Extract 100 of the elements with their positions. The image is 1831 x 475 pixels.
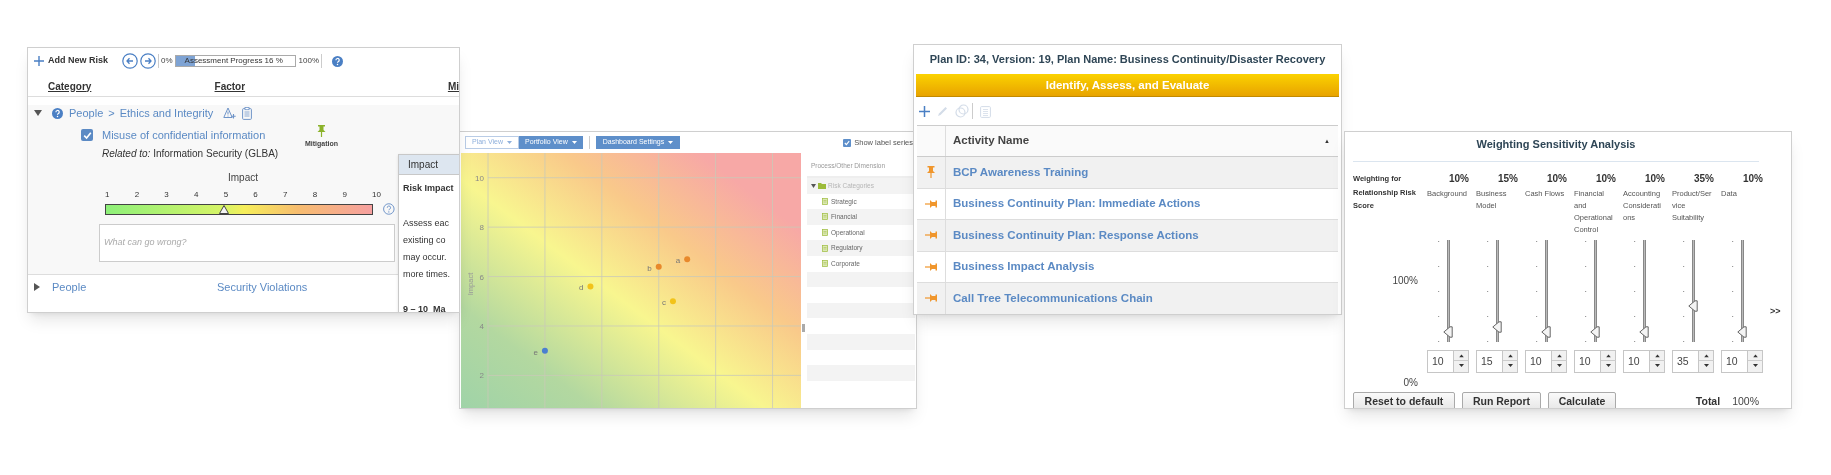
scale-number: 5 — [223, 189, 229, 201]
slider-thumb[interactable] — [1491, 320, 1502, 333]
warning-add-icon[interactable] — [223, 107, 237, 119]
number-spinner[interactable]: 10 — [1574, 350, 1616, 373]
point-label: e — [533, 347, 538, 357]
scale-number: 6 — [253, 189, 258, 201]
point-label: c — [661, 298, 666, 308]
category-link[interactable]: People — [52, 278, 217, 296]
total-value: 100% — [1732, 394, 1759, 408]
help-icon[interactable] — [383, 203, 395, 215]
progress-start-label: 0% — [161, 55, 173, 67]
axis-tick-label: 10 — [475, 173, 484, 183]
checkbox[interactable] — [843, 138, 852, 147]
slider-thumb[interactable] — [1442, 325, 1453, 338]
column-header[interactable]: Mi — [447, 80, 459, 92]
category-link[interactable]: People — [69, 104, 104, 122]
slider-track[interactable] — [1446, 240, 1450, 342]
progress-end-label: 100% — [298, 55, 320, 67]
axis-tick-label: 8 — [479, 223, 484, 233]
number-spinner[interactable]: 15 — [1476, 350, 1518, 373]
document-icon — [822, 229, 828, 237]
scale-number: 9 — [342, 189, 347, 201]
column-header[interactable]: Activity Name — [953, 132, 1030, 150]
collapse-caret-icon[interactable] — [811, 183, 816, 188]
slider-track[interactable] — [1740, 240, 1744, 342]
pin-icon[interactable] — [317, 125, 327, 137]
impact-marker[interactable] — [219, 204, 230, 214]
factor-link[interactable]: Security Violations — [217, 278, 308, 296]
dropdown-caret-icon — [668, 141, 674, 144]
popup-text: may occur. — [403, 251, 448, 264]
document-icon — [822, 213, 828, 221]
weight-percent: 10% — [1742, 172, 1763, 185]
document-icon — [822, 197, 828, 205]
weight-percent: 10% — [1644, 172, 1665, 185]
slider-track[interactable] — [1495, 240, 1499, 342]
slider-thumb[interactable] — [1589, 325, 1600, 338]
phase-bar: Identify, Assess, and Evaluate — [916, 74, 1339, 97]
pin-icon[interactable] — [925, 262, 937, 271]
slider-track[interactable] — [1544, 240, 1548, 342]
slider-thumb[interactable] — [1687, 300, 1698, 313]
number-spinner[interactable]: 10 — [1721, 350, 1763, 373]
column-header[interactable]: Factor — [214, 80, 246, 92]
weight-percent: 10% — [1546, 172, 1567, 185]
plus-icon — [34, 56, 44, 66]
folder-icon — [818, 182, 826, 190]
scale-number: 3 — [164, 189, 169, 201]
panel-title: Weighting Sensitivity Analysis — [1475, 137, 1637, 152]
slider-thumb[interactable] — [1736, 325, 1747, 338]
pin-icon[interactable] — [925, 199, 937, 208]
slider-track[interactable] — [1593, 240, 1597, 342]
scale-number: 2 — [134, 189, 140, 201]
number-spinner[interactable]: 10 — [1525, 350, 1567, 373]
scale-label: 100% — [1392, 273, 1418, 288]
slider-track[interactable] — [1642, 240, 1646, 342]
number-spinner[interactable]: 10 — [1623, 350, 1665, 373]
impact-scale-bar[interactable] — [105, 203, 374, 215]
plus-icon[interactable] — [919, 105, 930, 117]
slider-thumb[interactable] — [1540, 325, 1551, 338]
related-text: Related to: Information Security (GLBA) — [102, 147, 280, 161]
scale-number: 1 — [105, 189, 110, 201]
number-spinner[interactable]: 10 — [1427, 350, 1469, 373]
help-icon[interactable] — [332, 55, 344, 67]
add-risk-button[interactable]: Add New Risk — [34, 54, 108, 68]
checkbox[interactable] — [81, 129, 93, 141]
range-description: Ma — [433, 303, 446, 312]
point-label: d — [579, 283, 584, 293]
popup-text: existing co — [403, 234, 447, 247]
popup-text: more times. — [403, 268, 451, 281]
next-button[interactable]: >> — [1770, 305, 1781, 319]
weight-percent: 35% — [1693, 172, 1714, 185]
scale-number: 8 — [312, 189, 318, 201]
column-header[interactable]: Category — [48, 80, 92, 92]
dropdown-caret-icon — [571, 141, 577, 144]
dropdown-caret-icon — [507, 141, 512, 144]
scale-number: 7 — [283, 189, 288, 201]
impact-label: Impact — [227, 171, 259, 185]
expand-caret-icon[interactable] — [34, 283, 40, 291]
popup-header: Impact — [399, 155, 459, 175]
splitter-handle[interactable] — [802, 323, 805, 332]
popup-text: Assess eac — [403, 217, 451, 230]
axis-tick-label: 2 — [479, 371, 484, 381]
factor-link[interactable]: Ethics and Integrity — [119, 104, 214, 122]
risk-title-link[interactable]: Misuse of confidential information — [102, 127, 305, 143]
activity-link[interactable]: Business Impact Analysis — [953, 258, 1095, 276]
scale-number: 4 — [194, 189, 199, 201]
plan-title: Plan ID: 34, Version: 19, Plan Name: Business Continuity/Disaster Recovery — [928, 52, 1327, 67]
slider-track[interactable] — [1691, 240, 1695, 342]
weight-percent: 10% — [1448, 172, 1469, 185]
point-label: b — [647, 263, 652, 273]
action-button[interactable]: Run Report — [1462, 391, 1541, 408]
slider-thumb[interactable] — [1638, 325, 1649, 338]
range-label: 9 – 10 — [403, 303, 429, 312]
help-icon[interactable] — [52, 107, 63, 119]
weight-percent: 10% — [1595, 172, 1616, 185]
action-button[interactable]: Calculate — [1548, 391, 1616, 408]
action-button[interactable]: Reset to default — [1353, 391, 1455, 408]
number-spinner[interactable]: 35 — [1672, 350, 1714, 373]
activity-link[interactable]: Business Continuity Plan: Immediate Actions — [953, 195, 1201, 213]
clipboard-icon[interactable] — [242, 106, 253, 120]
collapse-caret-icon[interactable] — [34, 110, 42, 116]
